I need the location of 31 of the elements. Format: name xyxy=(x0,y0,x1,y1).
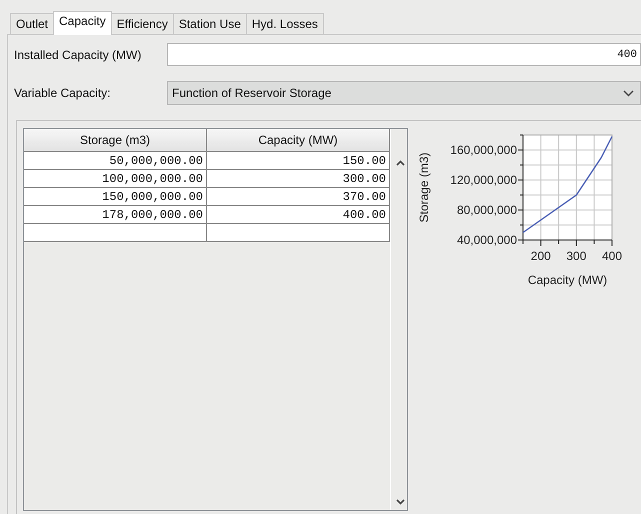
table-cell: 178,000,000.00 xyxy=(24,206,207,224)
tick-label: 300 xyxy=(566,249,586,263)
axis-title: Storage (m3) xyxy=(417,152,431,223)
table-cell: 400.00 xyxy=(207,206,390,224)
caret-icon xyxy=(623,90,634,96)
tick-label: 80,000,000 xyxy=(456,203,517,217)
tab[interactable]: Station Use xyxy=(172,13,247,34)
tick-label: 160,000,000 xyxy=(450,143,517,157)
column-header[interactable]: Storage (m3) xyxy=(24,129,207,152)
table-cell: 300.00 xyxy=(207,170,390,188)
scroll-down-icon[interactable] xyxy=(396,499,404,505)
tab[interactable]: Outlet xyxy=(10,13,54,34)
field-label: Installed Capacity (MW) xyxy=(14,48,142,62)
table-cell: 370.00 xyxy=(207,188,390,206)
column-header[interactable]: Capacity (MW) xyxy=(207,129,390,152)
scroll-up-icon[interactable] xyxy=(396,160,404,166)
tick-label: 200 xyxy=(530,249,551,263)
axis-title: Capacity (MW) xyxy=(528,273,608,287)
table-cell: 100,000,000.00 xyxy=(24,170,207,188)
input-field[interactable]: 400 xyxy=(167,43,641,66)
table-cell: 150,000,000.00 xyxy=(24,188,207,206)
table-cell: 50,000,000.00 xyxy=(24,152,207,170)
tab[interactable]: Capacity xyxy=(53,11,112,35)
tick-label: 40,000,000 xyxy=(456,233,517,247)
table-cell: 150.00 xyxy=(207,152,390,170)
dropdown[interactable]: Function of Reservoir Storage xyxy=(167,81,641,105)
tick-label: 120,000,000 xyxy=(450,173,517,187)
tick-label: 400 xyxy=(602,249,622,263)
tab[interactable]: Hyd. Losses xyxy=(246,13,324,34)
field-label: Variable Capacity: xyxy=(14,86,112,100)
tab[interactable]: Efficiency xyxy=(110,13,174,34)
